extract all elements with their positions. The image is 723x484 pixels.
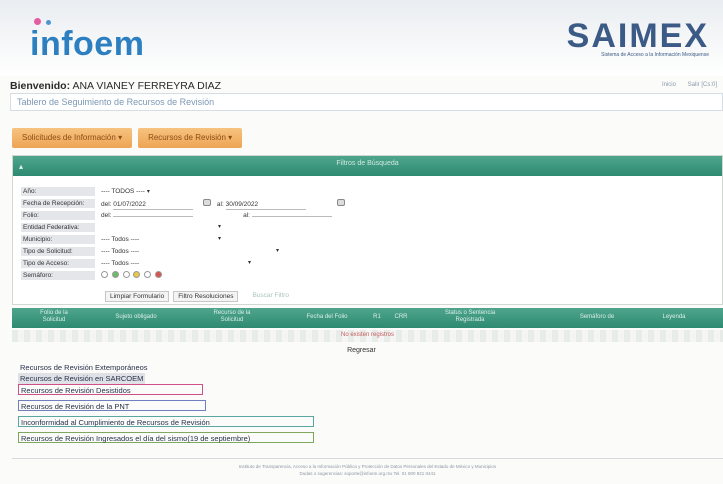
results-table-header: Folio de la Solicitud Sujeto obligado Re…	[12, 308, 723, 328]
top-links: Inicio Salir [Cs:0]	[652, 82, 717, 88]
col-recurso[interactable]: Recurso de la Solicitud	[202, 310, 262, 324]
legend-pnt: Recursos de Revisión de la PNT	[18, 400, 206, 411]
menu-recursos[interactable]: Recursos de Revisión ▾	[138, 128, 243, 148]
calendar-icon[interactable]	[337, 198, 346, 206]
col-fecha[interactable]: Fecha del Folio	[302, 314, 352, 321]
page: infoem SAIMEX Sistema de Acceso a la Inf…	[0, 0, 723, 484]
anio-select[interactable]: ---- TODOS ---- ▾	[101, 187, 150, 196]
col-semaforo[interactable]: Semáforo de	[572, 314, 622, 321]
semaforo-options	[101, 271, 164, 280]
semaforo-radio-yellow[interactable]	[133, 271, 141, 279]
row-municipio: Municipio: ---- Todos ---- ▾	[21, 234, 221, 244]
regresar-button[interactable]: Regresar	[347, 347, 376, 354]
chevron-down-icon: ▾	[217, 235, 221, 242]
tipo-acceso-select[interactable]: ---- Todos ---- ▾	[101, 259, 251, 268]
legend-sismo: Recursos de Revisión Ingresados el día d…	[18, 432, 314, 443]
semaforo-radio-blank-2[interactable]	[144, 271, 152, 279]
row-semaforo: Semáforo:	[21, 270, 164, 280]
chevron-down-icon: ▾	[275, 247, 279, 254]
page-title: Tablero de Seguimiento de Recursos de Re…	[17, 97, 215, 107]
form-actions: Limpiar Formulario Filtro Resoluciones B…	[105, 291, 293, 302]
col-folio[interactable]: Folio de la Solicitud	[30, 310, 78, 324]
search-filter-button[interactable]: Buscar Filtro	[248, 291, 292, 302]
row-folio: Folio: del: al:	[21, 210, 332, 220]
fecha-hasta-input[interactable]: 30/09/2022	[225, 200, 306, 210]
filter-panel-header[interactable]: ▴ Filtros de Búsqueda	[13, 156, 722, 176]
infoem-logo: infoem	[30, 14, 144, 64]
logo-dots-icon	[34, 12, 52, 30]
legend-inconformidad: Inconformidad al Cumplimiento de Recurso…	[18, 416, 314, 427]
header: infoem SAIMEX Sistema de Acceso a la Inf…	[0, 0, 723, 76]
welcome-text: Bienvenido: ANA VIANEY FERREYRA DIAZ	[10, 80, 222, 92]
clear-form-button[interactable]: Limpiar Formulario	[105, 291, 170, 302]
filter-resolutions-button[interactable]: Filtro Resoluciones	[173, 291, 239, 302]
saimex-logo: SAIMEX Sistema de Acceso a la Informació…	[566, 17, 709, 58]
folio-hasta-input[interactable]	[251, 215, 332, 217]
menu-solicitudes[interactable]: Solicitudes de Información ▾	[12, 128, 133, 148]
home-link[interactable]: Inicio	[662, 82, 676, 88]
no-records-text: No existen registros	[340, 332, 395, 338]
folio-desde-input[interactable]	[113, 215, 194, 217]
semaforo-radio-any[interactable]	[101, 271, 108, 279]
row-tipo-acceso: Tipo de Acceso: ---- Todos ---- ▾	[21, 258, 251, 268]
calendar-icon[interactable]	[203, 198, 212, 206]
filter-title: Filtros de Búsqueda	[336, 160, 399, 167]
col-crr[interactable]: CRR	[392, 314, 410, 321]
fecha-desde-input[interactable]: 01/07/2022	[113, 200, 194, 210]
footer-line-2: Dudas o sugerencias: soporte@infoem.org.…	[299, 471, 436, 476]
main-menu: Solicitudes de Información ▾ Recursos de…	[12, 128, 243, 148]
chevron-down-icon: ▾	[217, 223, 221, 230]
logout-link[interactable]: Salir [Cs:0]	[688, 82, 717, 88]
tipo-solicitud-select[interactable]: ---- Todos ---- ▾	[101, 247, 279, 256]
col-sujeto[interactable]: Sujeto obligado	[110, 314, 162, 321]
col-leyenda[interactable]: Leyenda	[654, 314, 694, 321]
legend-extemporaneos: Recursos de Revisión Extemporáneos	[20, 363, 148, 372]
row-anio: Año: ---- TODOS ---- ▾	[21, 186, 150, 196]
semaforo-radio-green[interactable]	[111, 271, 119, 279]
chevron-down-icon: ▾	[247, 259, 251, 266]
back-link: Regresar	[0, 347, 723, 354]
row-entidad: Entidad Federativa: ▾	[21, 222, 221, 232]
semaforo-radio-red[interactable]	[155, 271, 163, 279]
page-title-bar: Tablero de Seguimiento de Recursos de Re…	[10, 93, 723, 111]
no-records-row: No existen registros	[12, 330, 723, 342]
municipio-select[interactable]: ---- Todos ---- ▾	[101, 235, 221, 244]
row-tipo-solicitud: Tipo de Solicitud: ---- Todos ---- ▾	[21, 246, 279, 256]
footer-line-1: Instituto de Transparencia, Acceso a la …	[238, 464, 497, 469]
row-fecha: Fecha de Recepción: del: 01/07/2022 al: …	[21, 198, 346, 210]
entidad-select[interactable]: ▾	[101, 223, 221, 232]
semaforo-radio-blank[interactable]	[122, 271, 130, 279]
col-status[interactable]: Status o Sentencia Registrada	[432, 310, 508, 324]
filter-panel: ▴ Filtros de Búsqueda Año: ---- TODOS --…	[12, 155, 723, 305]
col-r1[interactable]: R1	[370, 314, 384, 321]
user-name: ANA VIANEY FERREYRA DIAZ	[72, 80, 222, 92]
chevron-down-icon: ▾	[228, 133, 233, 142]
footer: Instituto de Transparencia, Acceso a la …	[12, 458, 723, 478]
chevron-down-icon: ▾	[118, 133, 123, 142]
legend-sarcoem: Recursos de Revisión en SARCOEM	[18, 373, 146, 384]
legend-desistidos: Recursos de Revisión Desistidos	[18, 384, 203, 395]
chevron-down-icon: ▾	[146, 188, 150, 195]
